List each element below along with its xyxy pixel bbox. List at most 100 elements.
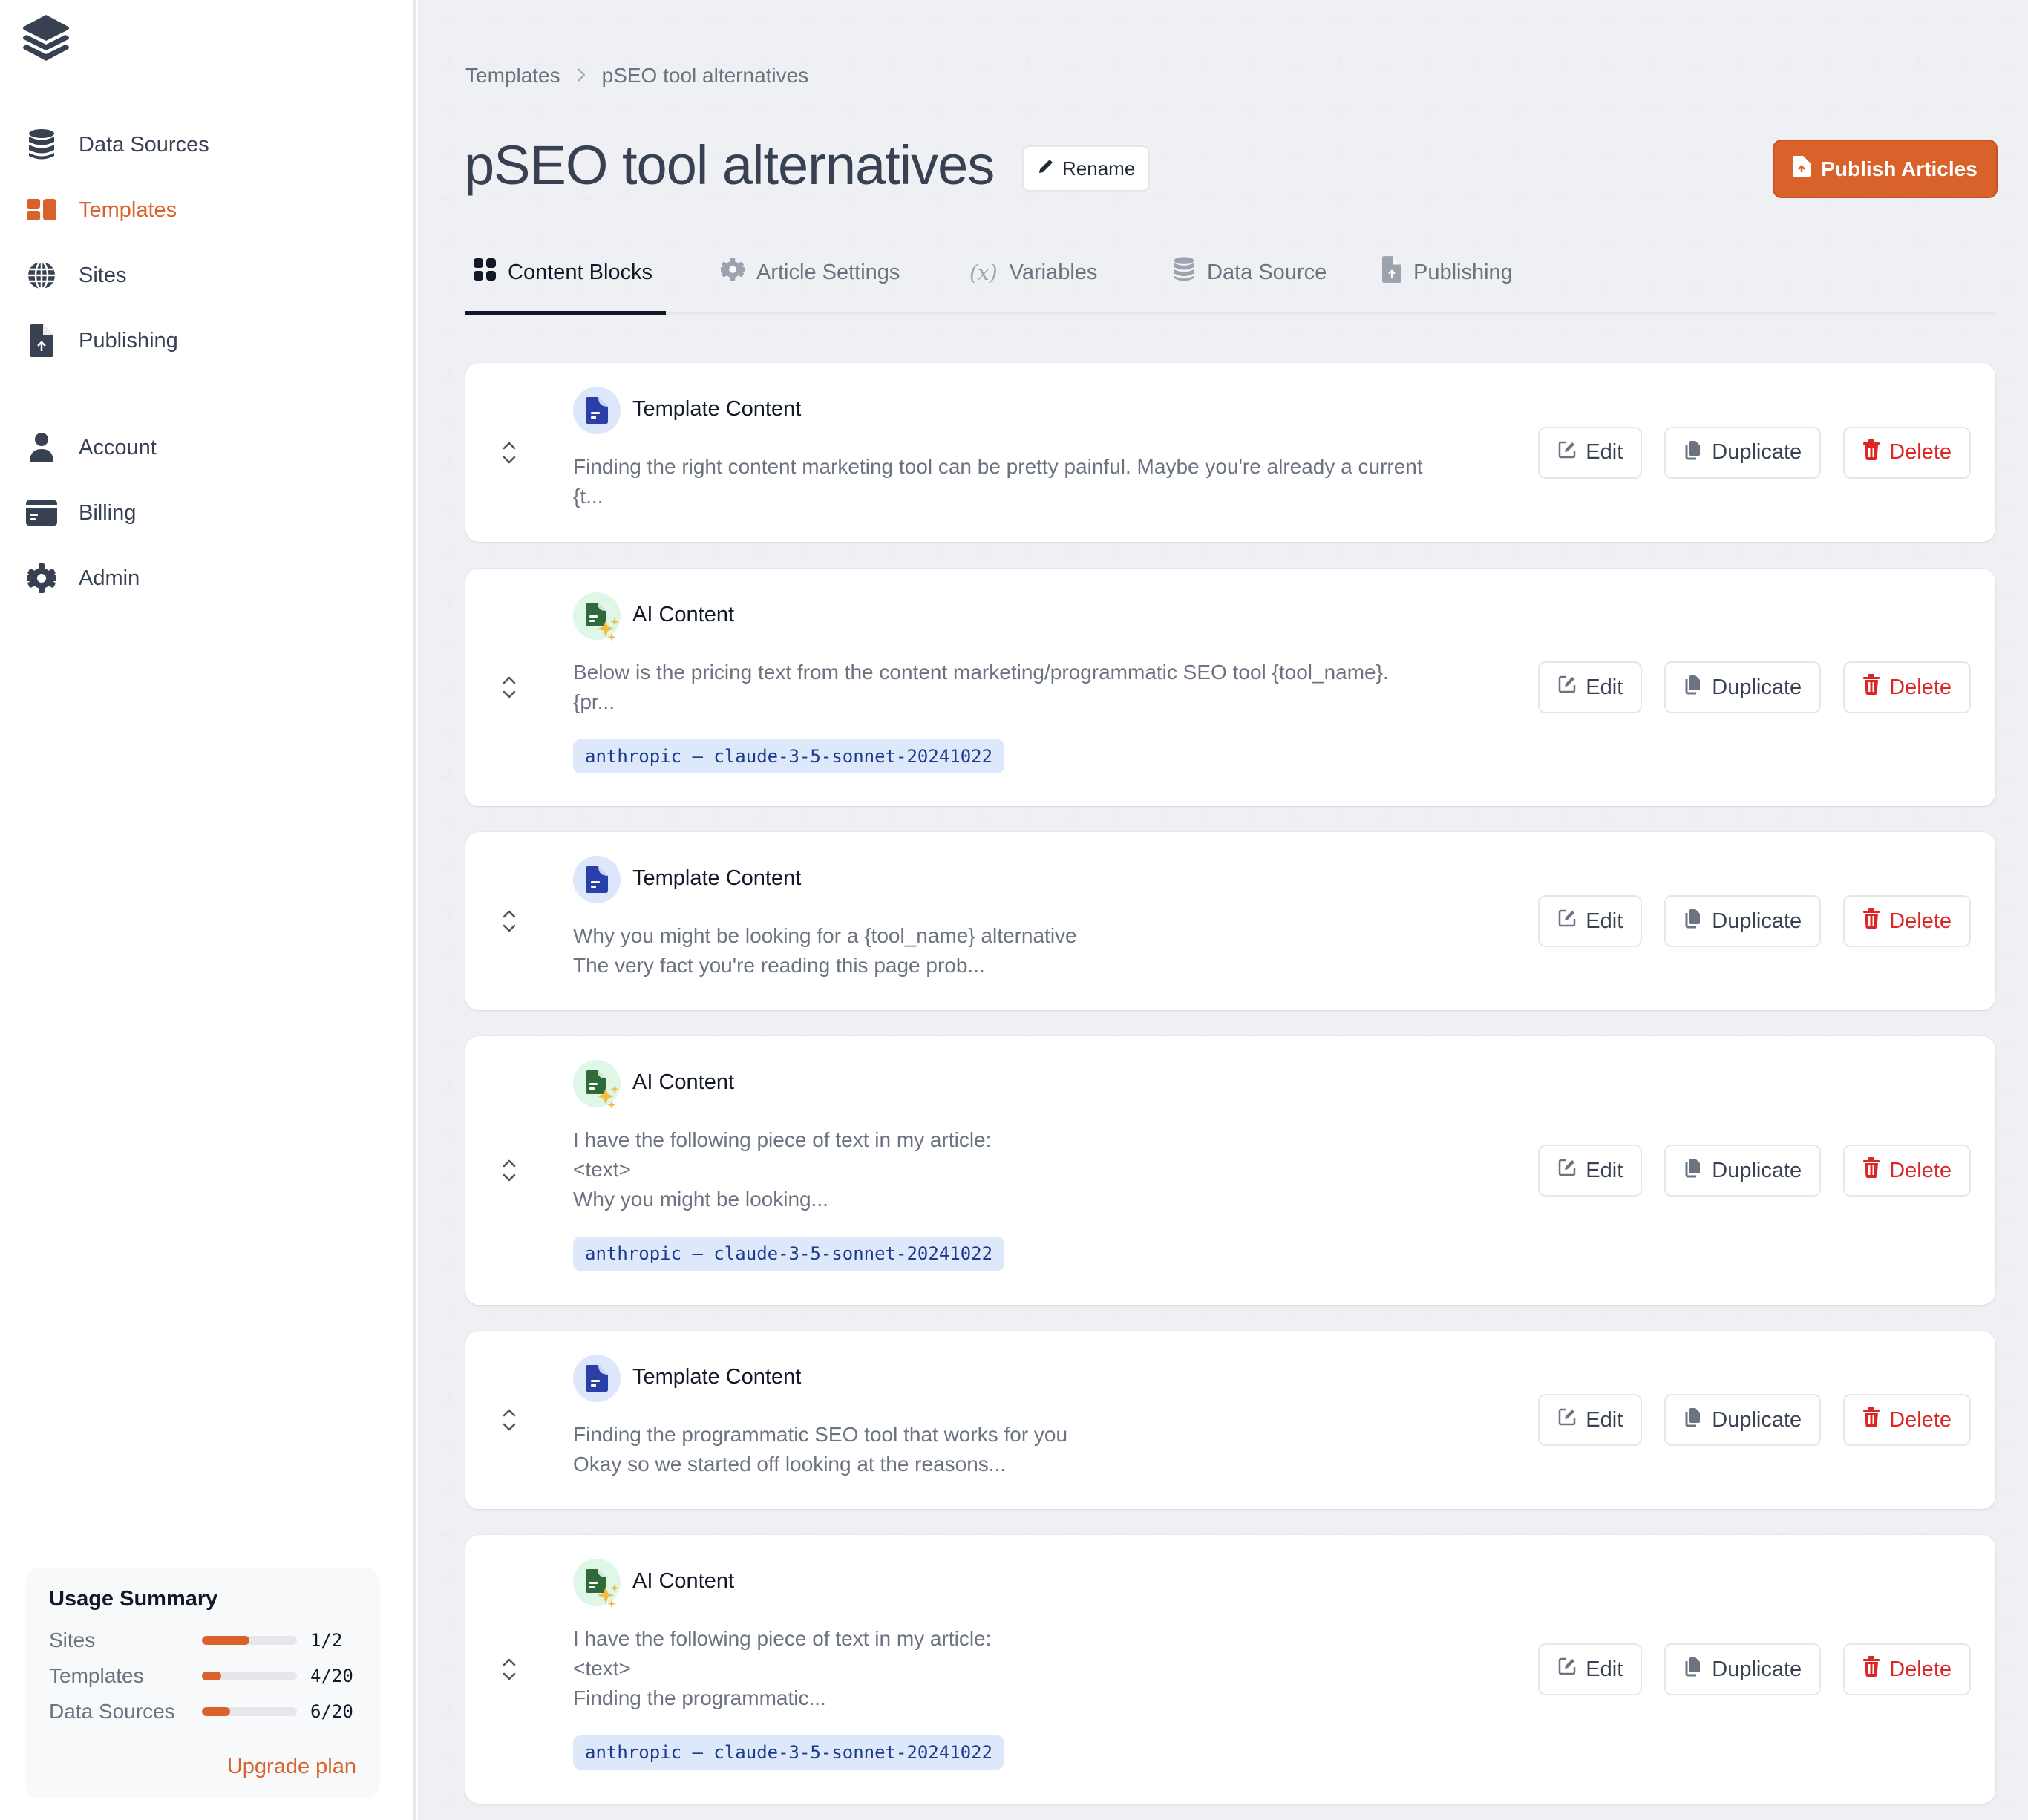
block-title: Template Content bbox=[632, 1365, 802, 1389]
template-content-block: Template Content Finding the programmati… bbox=[465, 1331, 1995, 1509]
file-upload-icon bbox=[1382, 256, 1401, 289]
sidebar-item-label: Sites bbox=[79, 263, 127, 287]
active-tab-indicator bbox=[465, 311, 666, 315]
block-actions: Edit Duplicate Delete bbox=[1538, 661, 1971, 713]
reorder-handle-icon[interactable] bbox=[498, 905, 520, 937]
block-preview-text: Finding the right content marketing tool… bbox=[573, 455, 1423, 508]
edit-button[interactable]: Edit bbox=[1538, 426, 1643, 479]
chevron-right-icon bbox=[577, 65, 586, 88]
tab-content-blocks[interactable]: Content Blocks bbox=[474, 245, 652, 315]
delete-button[interactable]: Delete bbox=[1843, 1394, 1971, 1446]
delete-label: Delete bbox=[1889, 1407, 1952, 1432]
reorder-handle-icon[interactable] bbox=[498, 671, 520, 704]
ai-content-block: AI Content Below is the pricing text fro… bbox=[465, 569, 1995, 806]
trash-icon bbox=[1862, 439, 1880, 466]
database-icon bbox=[25, 128, 58, 161]
sidebar: Data Sources Templates Sites Publishing … bbox=[0, 0, 416, 1820]
rename-button[interactable]: Rename bbox=[1022, 145, 1151, 192]
usage-progress-fill bbox=[202, 1707, 231, 1716]
trash-icon bbox=[1862, 1656, 1880, 1683]
tab-article-settings[interactable]: Article Settings bbox=[721, 245, 900, 315]
template-content-block: Template Content Why you might be lookin… bbox=[465, 832, 1995, 1010]
block-title: AI Content bbox=[632, 603, 735, 626]
file-upload-icon bbox=[1793, 156, 1811, 182]
delete-label: Delete bbox=[1889, 909, 1952, 933]
sidebar-item-account[interactable]: Account bbox=[25, 425, 382, 470]
sidebar-item-sites[interactable]: Sites bbox=[25, 253, 382, 298]
sidebar-item-billing[interactable]: Billing bbox=[25, 491, 382, 535]
block-title: AI Content bbox=[632, 1569, 735, 1593]
rename-label: Rename bbox=[1062, 157, 1136, 180]
model-badge: anthropic – claude-3-5-sonnet-20241022 bbox=[573, 1237, 1005, 1271]
tab-label: Content Blocks bbox=[508, 260, 653, 284]
sidebar-item-data-sources[interactable]: Data Sources bbox=[25, 122, 382, 167]
stack-layers-logo[interactable] bbox=[22, 13, 70, 64]
copy-icon bbox=[1684, 1407, 1703, 1433]
ai-content-block: AI Content I have the following piece of… bbox=[465, 1036, 1995, 1305]
duplicate-button[interactable]: Duplicate bbox=[1664, 1145, 1822, 1197]
usage-label: Templates bbox=[49, 1664, 144, 1687]
publish-articles-button[interactable]: Publish Articles bbox=[1773, 140, 1998, 198]
sidebar-item-label: Billing bbox=[79, 500, 137, 525]
tab-data-source[interactable]: Data Source bbox=[1173, 245, 1327, 315]
edit-button[interactable]: Edit bbox=[1538, 1145, 1643, 1197]
edit-icon bbox=[1557, 675, 1577, 700]
trash-icon bbox=[1862, 1157, 1880, 1184]
main-content: Templates pSEO tool alternatives pSEO to… bbox=[418, 0, 2028, 1820]
edit-label: Edit bbox=[1586, 1657, 1623, 1681]
trash-icon bbox=[1862, 1407, 1880, 1433]
duplicate-label: Duplicate bbox=[1712, 1657, 1802, 1681]
breadcrumb-templates-link[interactable]: Templates bbox=[465, 64, 560, 88]
delete-button[interactable]: Delete bbox=[1843, 1145, 1971, 1197]
reorder-handle-icon[interactable] bbox=[498, 1154, 520, 1187]
reorder-handle-icon[interactable] bbox=[498, 1653, 520, 1686]
upgrade-plan-link[interactable]: Upgrade plan bbox=[227, 1755, 356, 1779]
pencil-icon bbox=[1037, 157, 1055, 180]
duplicate-button[interactable]: Duplicate bbox=[1664, 1394, 1822, 1446]
delete-button[interactable]: Delete bbox=[1843, 1643, 1971, 1695]
usage-value: 1/2 bbox=[310, 1630, 343, 1651]
duplicate-button[interactable]: Duplicate bbox=[1664, 426, 1822, 479]
block-actions: Edit Duplicate Delete bbox=[1538, 1145, 1971, 1197]
tab-variables[interactable]: (x) Variables bbox=[969, 245, 1097, 315]
duplicate-button[interactable]: Duplicate bbox=[1664, 661, 1822, 713]
duplicate-button[interactable]: Duplicate bbox=[1664, 895, 1822, 947]
duplicate-button[interactable]: Duplicate bbox=[1664, 1643, 1822, 1695]
edit-button[interactable]: Edit bbox=[1538, 661, 1643, 713]
sidebar-item-templates[interactable]: Templates bbox=[25, 188, 382, 232]
usage-label: Data Sources bbox=[49, 1700, 175, 1723]
block-preview-text: I have the following piece of text in my… bbox=[573, 1128, 992, 1211]
gear-icon bbox=[25, 562, 58, 595]
sidebar-item-publishing[interactable]: Publishing bbox=[25, 318, 382, 363]
duplicate-label: Duplicate bbox=[1712, 675, 1802, 699]
edit-button[interactable]: Edit bbox=[1538, 1394, 1643, 1446]
block-actions: Edit Duplicate Delete bbox=[1538, 1643, 1971, 1695]
tab-publishing[interactable]: Publishing bbox=[1382, 245, 1513, 315]
database-icon bbox=[1173, 256, 1195, 289]
edit-label: Edit bbox=[1586, 1407, 1623, 1432]
duplicate-label: Duplicate bbox=[1712, 1407, 1802, 1432]
delete-label: Delete bbox=[1889, 1657, 1952, 1681]
sidebar-item-admin[interactable]: Admin bbox=[25, 556, 382, 600]
usage-label: Sites bbox=[49, 1628, 96, 1652]
usage-progress-fill bbox=[202, 1672, 221, 1680]
reorder-handle-icon[interactable] bbox=[498, 1404, 520, 1436]
block-actions: Edit Duplicate Delete bbox=[1538, 1394, 1971, 1446]
edit-icon bbox=[1557, 1407, 1577, 1433]
reorder-handle-icon[interactable] bbox=[498, 436, 520, 469]
credit-card-icon bbox=[25, 497, 58, 529]
tab-bar: Content Blocks Article Settings (x) Vari… bbox=[465, 245, 1997, 315]
copy-icon bbox=[1684, 1656, 1703, 1683]
delete-button[interactable]: Delete bbox=[1843, 426, 1971, 479]
edit-icon bbox=[1557, 1158, 1577, 1183]
variable-icon: (x) bbox=[969, 260, 998, 285]
delete-button[interactable]: Delete bbox=[1843, 895, 1971, 947]
usage-progress-bar bbox=[202, 1707, 297, 1716]
duplicate-label: Duplicate bbox=[1712, 1158, 1802, 1182]
edit-button[interactable]: Edit bbox=[1538, 1643, 1643, 1695]
copy-icon bbox=[1684, 674, 1703, 701]
delete-button[interactable]: Delete bbox=[1843, 661, 1971, 713]
usage-progress-fill bbox=[202, 1636, 249, 1645]
ai-content-block: AI Content I have the following piece of… bbox=[465, 1535, 1995, 1804]
edit-button[interactable]: Edit bbox=[1538, 895, 1643, 947]
